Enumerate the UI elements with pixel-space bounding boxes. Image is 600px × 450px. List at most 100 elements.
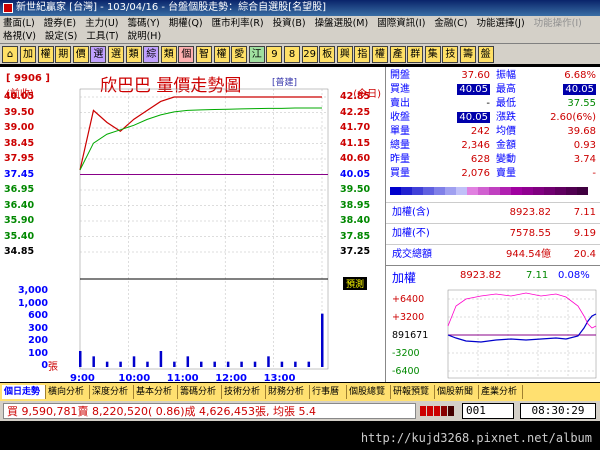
index-secondary-line: [447, 292, 597, 329]
menu-item[interactable]: 金融(C): [434, 18, 467, 29]
menu-item[interactable]: 操盤選股(M): [315, 18, 369, 29]
toolbar-button[interactable]: 期: [55, 46, 72, 63]
menu-item[interactable]: 匯市利率(R): [212, 18, 264, 29]
quote-value-wrap: 40.05: [536, 83, 596, 97]
toolbar-button[interactable]: 興: [336, 46, 353, 63]
signal-bars: [420, 405, 460, 416]
toolbar-button[interactable]: 技: [442, 46, 459, 63]
status-bar: 買 9,590,781賣 8,220,520( 0.86)成 4,626,453…: [0, 401, 600, 421]
quote-label: 開盤: [390, 70, 410, 81]
analysis-tab[interactable]: 研報預覽: [391, 385, 435, 399]
toolbar-button[interactable]: 集: [424, 46, 441, 63]
bid-ask-bar: [390, 187, 597, 195]
menu-item[interactable]: 格視(V): [3, 31, 36, 42]
quote-value-wrap: -: [428, 97, 490, 111]
window-title: 新世紀贏家 [台灣] - 103/04/16 - 台盤個股走勢：綜合自選股[名望…: [16, 2, 326, 13]
quote-value: 40.05: [563, 84, 596, 95]
menu-item[interactable]: 主力(U): [85, 18, 118, 29]
volume-bar: [200, 361, 203, 367]
stock-code-input[interactable]: 001: [462, 403, 514, 419]
toolbar-button[interactable]: 選: [108, 46, 124, 63]
quote-value-wrap: 0.93: [536, 139, 596, 153]
quote-value: 242: [470, 126, 490, 137]
toolbar-button[interactable]: 8: [284, 46, 300, 63]
quote-value-wrap: 2,076: [428, 167, 490, 181]
quote-value-wrap: 2.60(6%): [536, 111, 596, 125]
toolbar-button[interactable]: 產: [389, 46, 406, 63]
toolbar-button[interactable]: 權: [213, 46, 230, 63]
menu-item[interactable]: 說明(H): [128, 31, 162, 42]
watermark-footer: http://kujd3268.pixnet.net/album: [0, 421, 600, 450]
toolbar-button[interactable]: 29: [301, 46, 318, 63]
toolbar-button[interactable]: 智: [196, 46, 212, 63]
analysis-tab[interactable]: 個日走勢: [2, 385, 46, 399]
toolbar-button[interactable]: 江: [248, 46, 265, 63]
index-row-label: 成交總額: [392, 249, 432, 260]
toolbar-button[interactable]: 加: [20, 46, 36, 63]
quote-value: 628: [470, 154, 490, 165]
quote-value: 37.55: [567, 98, 596, 109]
analysis-tab[interactable]: 行事曆: [310, 385, 347, 399]
menu-item[interactable]: 功能選擇(J): [476, 18, 524, 29]
toolbar-button[interactable]: 個: [178, 46, 195, 63]
quote-label: 賣量: [496, 168, 516, 179]
quote-value: -: [592, 168, 596, 179]
menu-item[interactable]: 畫面(L): [3, 18, 35, 29]
menu-item[interactable]: 工具(T): [86, 31, 118, 42]
analysis-tab[interactable]: 深度分析: [90, 385, 134, 399]
quote-value: 3.74: [573, 154, 596, 165]
toolbar-button[interactable]: 板: [319, 46, 336, 63]
quote-value-wrap: 39.68: [536, 125, 596, 139]
quote-label: 最高: [496, 84, 516, 95]
quote-label: 變動: [496, 154, 516, 165]
analysis-tab[interactable]: 個股新聞: [435, 385, 479, 399]
chart-plot[interactable]: [0, 67, 385, 382]
toolbar-button[interactable]: 盤: [477, 46, 494, 63]
quote-value: -: [486, 98, 490, 109]
analysis-tab[interactable]: 財務分析: [266, 385, 310, 399]
analysis-tab[interactable]: 橫向分析: [46, 385, 90, 399]
toolbar-button[interactable]: 9: [266, 46, 283, 63]
volume-bar: [105, 361, 109, 367]
quote-label: 買進: [390, 84, 410, 95]
quote-value: 0.93: [573, 140, 596, 151]
toolbar-button[interactable]: 價: [72, 46, 89, 63]
quote-value-wrap: 37.55: [536, 97, 596, 111]
toolbar-button[interactable]: 權: [372, 46, 388, 63]
analysis-tab[interactable]: 個股總覽: [347, 385, 391, 399]
menu-item[interactable]: 期權(Q): [169, 18, 203, 29]
menu-item[interactable]: 證券(E): [44, 18, 76, 29]
quote-value: 2,346: [461, 140, 490, 151]
volume-bar: [79, 351, 82, 367]
toolbar-button[interactable]: 類: [125, 46, 142, 63]
analysis-tab[interactable]: 產業分析: [479, 385, 523, 399]
quote-row: 收盤 40.05 漲跌 2.60(6%): [386, 111, 600, 125]
volume-bar: [226, 361, 230, 367]
toolbar-button[interactable]: 籌: [460, 46, 476, 63]
index-mini-chart[interactable]: 加權 8923.82 7.11 0.08% +6400 +3200 891671 -3…: [385, 265, 600, 382]
toolbar-button[interactable]: 指: [354, 46, 371, 63]
toolbar-button[interactable]: 權: [37, 46, 54, 63]
index-row: 加權(含) 8923.82 7.11: [386, 202, 600, 222]
menu-item-disabled: 功能操作(I): [533, 18, 582, 29]
quote-value: 40.05: [457, 112, 490, 123]
analysis-tab[interactable]: 基本分析: [134, 385, 178, 399]
volume-bar: [132, 356, 136, 367]
menu-item[interactable]: 設定(S): [45, 31, 77, 42]
analysis-tab[interactable]: 技術分析: [222, 385, 266, 399]
toolbar-button[interactable]: 類: [160, 46, 177, 63]
quote-value: 6.68%: [564, 70, 596, 81]
analysis-tab[interactable]: 籌碼分析: [178, 385, 222, 399]
quote-label: 均價: [496, 126, 516, 137]
menu-item[interactable]: 籌碼(Y): [128, 18, 160, 29]
toolbar-button[interactable]: 愛: [231, 46, 248, 63]
toolbar-button[interactable]: 綜: [143, 46, 160, 63]
menu-item[interactable]: 國際資訊(I): [377, 18, 425, 29]
menu-item[interactable]: 投資(B): [273, 18, 306, 29]
quote-label: 漲跌: [496, 112, 516, 123]
quote-row: 開盤 37.60 振幅 6.68%: [386, 69, 600, 83]
home-icon[interactable]: ⌂: [2, 46, 18, 63]
toolbar-button[interactable]: 群: [407, 46, 424, 63]
toolbar-button[interactable]: 選: [90, 46, 107, 63]
window-titlebar: 新世紀贏家 [台灣] - 103/04/16 - 台盤個股走勢：綜合自選股[名望…: [0, 0, 600, 16]
